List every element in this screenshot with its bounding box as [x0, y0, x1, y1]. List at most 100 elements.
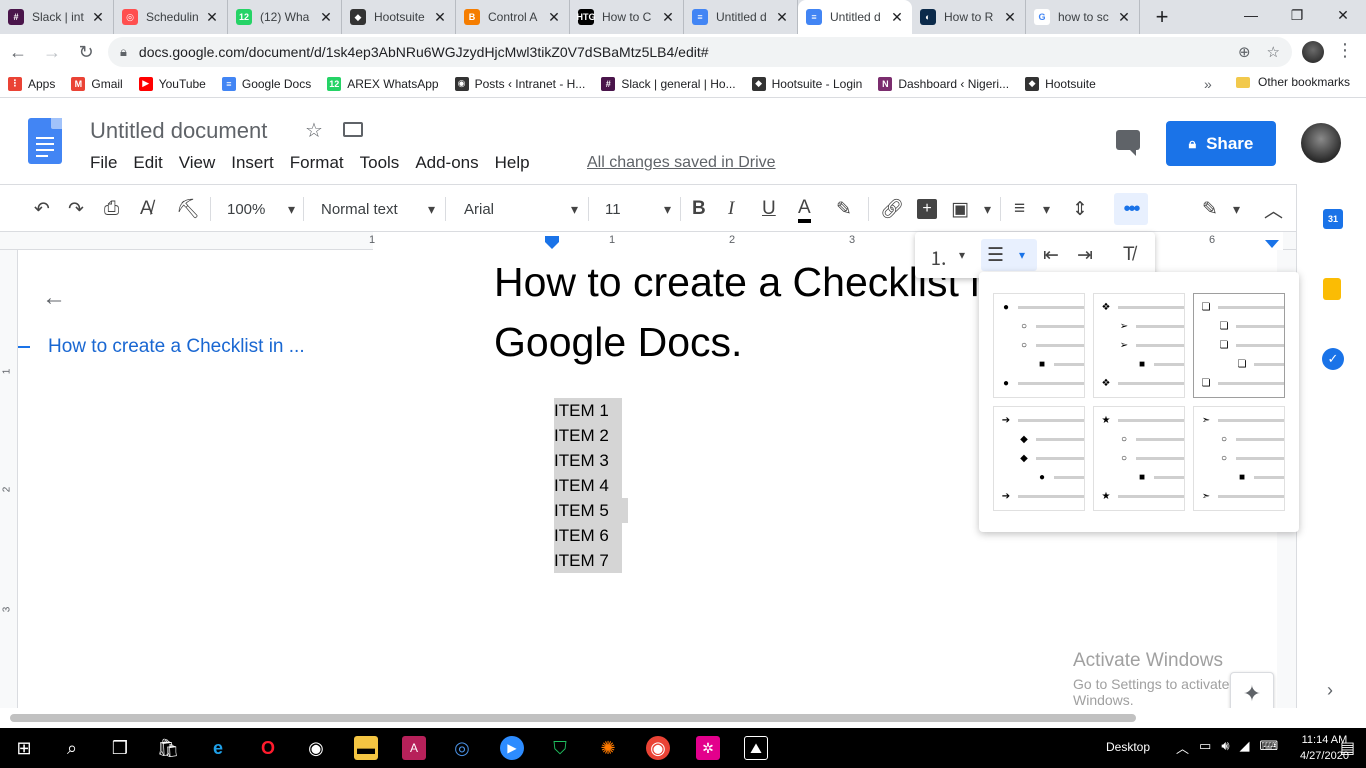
- close-icon[interactable]: ✕: [1320, 0, 1366, 30]
- browser-tab[interactable]: ≡ Untitled d ✕: [798, 0, 912, 34]
- browser-tab[interactable]: Ghow to sc ✕: [1026, 0, 1140, 34]
- bookmark-item[interactable]: ≡ Google Docs: [214, 76, 319, 91]
- tab-close-icon[interactable]: ✕: [890, 9, 904, 26]
- increase-indent-icon[interactable]: ⇥: [1077, 244, 1093, 267]
- bullet-style-option[interactable]: ➔ ◆ ◆ ● ➔: [993, 406, 1085, 511]
- bullet-style-option[interactable]: ● ○ ○ ■ ●: [993, 293, 1085, 398]
- horizontal-scrollbar[interactable]: [0, 708, 1366, 728]
- expand-panel-icon[interactable]: ›: [1327, 680, 1333, 701]
- bookmark-item[interactable]: ▶ YouTube: [131, 76, 214, 91]
- tab-close-icon[interactable]: ✕: [661, 9, 675, 26]
- menu-item-help[interactable]: Help: [487, 153, 538, 173]
- media-player-icon[interactable]: ◉: [304, 736, 328, 760]
- bookmark-star-icon[interactable]: ☆: [1267, 43, 1280, 61]
- menu-item-addons[interactable]: Add-ons: [407, 153, 486, 173]
- comment-history-icon[interactable]: [1116, 130, 1140, 156]
- account-avatar[interactable]: [1301, 123, 1341, 163]
- collapse-menus-icon[interactable]: ︿: [1264, 197, 1283, 222]
- tab-close-icon[interactable]: ✕: [1117, 9, 1131, 26]
- file-explorer-icon[interactable]: ▬: [354, 736, 378, 760]
- list-item[interactable]: ITEM 5: [554, 498, 628, 523]
- bold-icon[interactable]: B: [692, 197, 706, 221]
- menu-item-edit[interactable]: Edit: [125, 153, 170, 173]
- shield-icon[interactable]: ⛉: [548, 736, 572, 760]
- battery-icon[interactable]: ▭: [1199, 738, 1211, 757]
- bookmark-item[interactable]: M Gmail: [63, 76, 130, 91]
- bookmark-item[interactable]: 12 AREX WhatsApp: [319, 76, 446, 91]
- close-outline-icon[interactable]: ←: [42, 284, 66, 312]
- align-icon[interactable]: ≡: [1014, 197, 1050, 221]
- menu-item-insert[interactable]: Insert: [223, 153, 282, 173]
- text-color-icon[interactable]: A: [798, 197, 811, 223]
- bookmark-item[interactable]: ◆ Hootsuite: [1017, 76, 1104, 91]
- minimize-icon[interactable]: —: [1228, 0, 1274, 30]
- desktop-toolbar[interactable]: Desktop: [1106, 740, 1150, 754]
- tab-close-icon[interactable]: ✕: [91, 9, 105, 26]
- list-item[interactable]: ITEM 1: [554, 398, 622, 423]
- bullet-style-option[interactable]: ❖ ➢ ➢ ■ ❖: [1093, 293, 1185, 398]
- browser-tab[interactable]: HTG How to C ✕: [570, 0, 684, 34]
- share-button[interactable]: 🔒︎ Share: [1166, 121, 1276, 166]
- list-item[interactable]: ITEM 6: [554, 523, 622, 548]
- scrollbar-thumb[interactable]: [10, 714, 1136, 722]
- numbered-list-icon[interactable]: ⒈: [929, 244, 948, 271]
- underline-icon[interactable]: U: [762, 197, 776, 221]
- new-tab-button[interactable]: +: [1148, 3, 1176, 31]
- start-icon[interactable]: ⊞: [12, 736, 36, 760]
- vertical-ruler[interactable]: 1 2 3: [0, 250, 18, 708]
- reload-icon[interactable]: ↻: [70, 36, 102, 68]
- list-item[interactable]: ITEM 2: [554, 423, 622, 448]
- network-icon[interactable]: ◢: [1240, 738, 1250, 757]
- chrome-icon[interactable]: ◉: [646, 736, 670, 760]
- menu-item-view[interactable]: View: [171, 153, 224, 173]
- font-size-select[interactable]: 11: [605, 197, 671, 221]
- edge-icon[interactable]: e: [206, 736, 230, 760]
- tab-close-icon[interactable]: ✕: [433, 9, 447, 26]
- language-icon[interactable]: ⌨︎: [1260, 738, 1279, 757]
- menu-item-file[interactable]: File: [82, 153, 125, 173]
- list-item[interactable]: ITEM 3: [554, 448, 622, 473]
- save-status[interactable]: All changes saved in Drive: [587, 154, 776, 172]
- insert-image-icon[interactable]: ▣: [951, 197, 991, 221]
- outline-heading-link[interactable]: How to create a Checklist in ...: [48, 336, 305, 358]
- clear-formatting-icon[interactable]: T̸: [1123, 244, 1135, 266]
- add-comment-icon[interactable]: +: [917, 199, 937, 219]
- bulleted-list-dropdown-icon[interactable]: ▾: [1019, 248, 1025, 262]
- highlight-icon[interactable]: ✎: [836, 197, 852, 221]
- numbered-list-dropdown-icon[interactable]: ▾: [959, 248, 965, 262]
- access-icon[interactable]: A: [402, 736, 426, 760]
- forward-icon[interactable]: →: [36, 36, 68, 68]
- store-icon[interactable]: 🛍︎: [156, 736, 180, 760]
- list-item[interactable]: ITEM 4: [554, 473, 622, 498]
- explore-icon[interactable]: ✦: [1230, 672, 1274, 708]
- back-icon[interactable]: ←: [2, 36, 34, 68]
- list-item[interactable]: ITEM 7: [554, 548, 622, 573]
- link-icon[interactable]: 🔗︎: [880, 197, 904, 221]
- opera-icon[interactable]: O: [256, 736, 280, 760]
- browser-tab[interactable]: # Slack | int ✕: [0, 0, 114, 34]
- browser-tab[interactable]: 12 (12) Wha ✕: [228, 0, 342, 34]
- other-bookmarks[interactable]: Other bookmarks: [1236, 75, 1350, 89]
- star-icon[interactable]: ☆: [305, 118, 323, 143]
- calendar-icon[interactable]: 31: [1323, 209, 1343, 229]
- browser-menu-icon[interactable]: ⋮: [1336, 40, 1354, 61]
- tab-close-icon[interactable]: ✕: [205, 9, 219, 26]
- bullet-style-option[interactable]: ❏ ❏ ❏ ❏ ❏: [1193, 293, 1285, 398]
- volume-icon[interactable]: 🔊︎: [1221, 738, 1229, 757]
- menu-item-tools[interactable]: Tools: [352, 153, 408, 173]
- browser-tab[interactable]: B Control A ✕: [456, 0, 570, 34]
- italic-icon[interactable]: I: [728, 197, 734, 221]
- docs-logo-icon[interactable]: [28, 118, 62, 164]
- style-select[interactable]: Normal text: [321, 197, 435, 221]
- browser-tab[interactable]: ≡ Untitled d ✕: [684, 0, 798, 34]
- bullet-style-option[interactable]: ➣ ○ ○ ■ ➣: [1193, 406, 1285, 511]
- tasks-icon[interactable]: ✓: [1322, 348, 1344, 370]
- settings-app-icon[interactable]: ✲: [696, 736, 720, 760]
- move-folder-icon[interactable]: [343, 122, 363, 137]
- editing-mode-icon[interactable]: ✎: [1202, 197, 1240, 221]
- maximize-icon[interactable]: ❐: [1274, 0, 1320, 30]
- document-title[interactable]: Untitled document: [90, 118, 267, 144]
- tray-chevron-icon[interactable]: ︿: [1176, 738, 1189, 757]
- font-select[interactable]: Arial: [464, 197, 578, 221]
- photos-icon[interactable]: ⛰︎: [744, 736, 768, 760]
